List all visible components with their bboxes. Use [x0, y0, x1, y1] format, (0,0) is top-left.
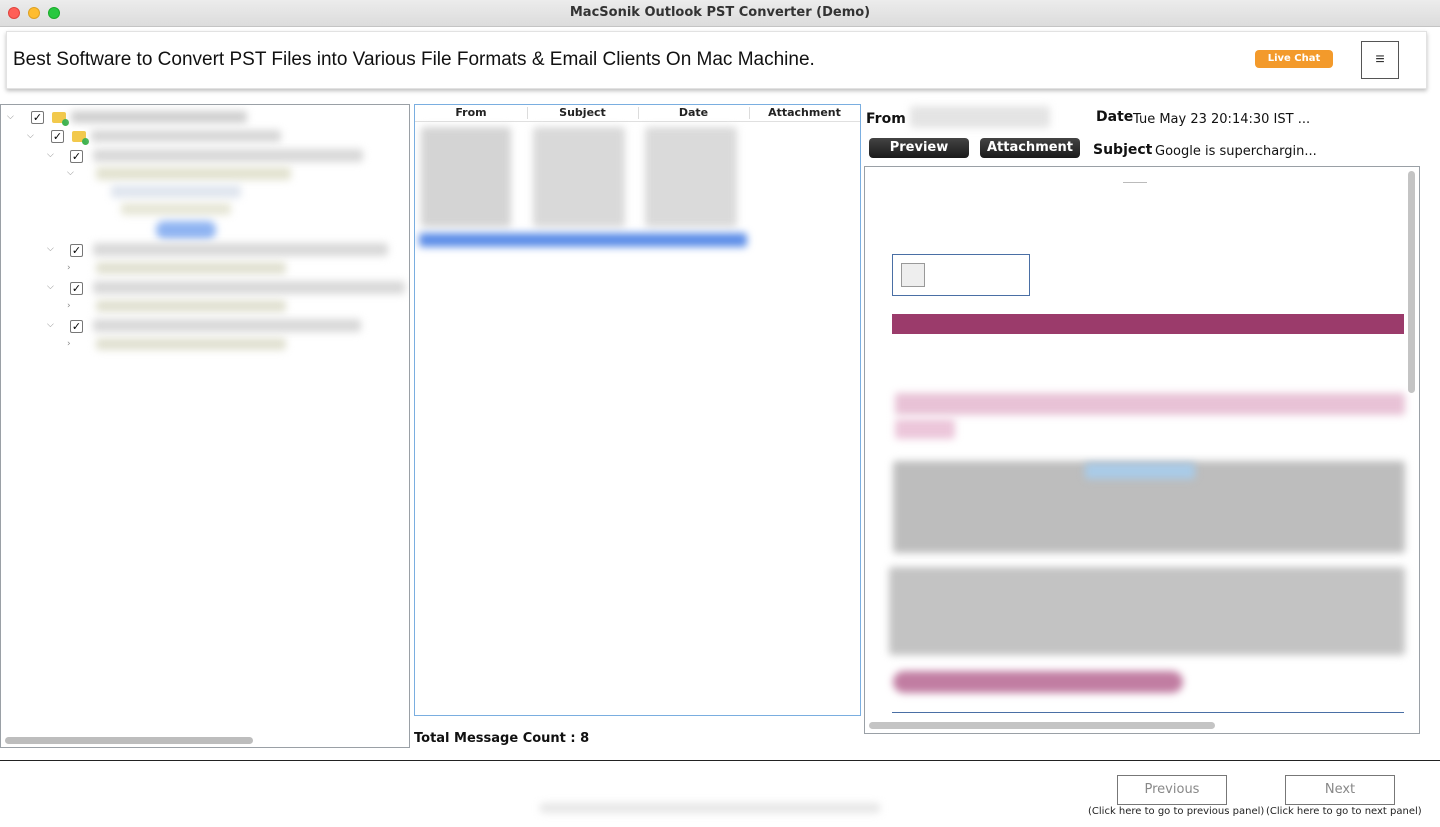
- chevron-down-icon[interactable]: ⌵: [47, 320, 54, 330]
- folder-checkbox[interactable]: ✓: [31, 111, 44, 124]
- folder-tree-panel[interactable]: ⌵ ✓ ⌵ ✓ ⌵ ✓ ⌵ ⌵ ✓ › ⌵ ✓ › ⌵ ✓ ›: [0, 104, 410, 748]
- menu-icon: ≡: [1375, 51, 1385, 68]
- email-preview-panel[interactable]: [864, 166, 1420, 734]
- window-title: MacSonik Outlook PST Converter (Demo): [569, 5, 871, 20]
- tree-item-label[interactable]: [96, 167, 291, 180]
- chevron-down-icon[interactable]: ⌵: [47, 244, 54, 254]
- footer-shadow: [540, 803, 880, 813]
- selected-message-row[interactable]: [419, 233, 747, 247]
- chevron-down-icon[interactable]: ⌵: [27, 131, 34, 141]
- subject-value: Google is superchargin...: [1155, 144, 1317, 159]
- message-rows-from[interactable]: [421, 127, 511, 227]
- tree-item-label[interactable]: [93, 243, 388, 256]
- from-label: From: [866, 111, 906, 127]
- tree-item-label[interactable]: [96, 338, 286, 350]
- tree-item-label[interactable]: [93, 149, 363, 162]
- broken-image-icon: [901, 263, 925, 287]
- chevron-right-icon[interactable]: ›: [67, 301, 71, 311]
- column-header-date[interactable]: Date: [638, 106, 749, 119]
- tree-item-label[interactable]: [96, 262, 286, 274]
- folder-icon: [72, 131, 89, 145]
- horizontal-scrollbar[interactable]: [869, 722, 1215, 729]
- next-hint: (Click here to go to next panel): [1266, 806, 1422, 817]
- previous-hint: (Click here to go to previous panel): [1088, 806, 1265, 817]
- tree-item-label[interactable]: [71, 111, 247, 123]
- folder-checkbox[interactable]: ✓: [70, 282, 83, 295]
- chevron-down-icon[interactable]: ⌵: [47, 282, 54, 292]
- tree-item-label[interactable]: [96, 300, 286, 312]
- vertical-scrollbar[interactable]: [1408, 171, 1415, 393]
- title-bar: MacSonik Outlook PST Converter (Demo): [0, 0, 1440, 27]
- pst-folder-icon: [52, 112, 69, 126]
- email-link[interactable]: [1085, 463, 1195, 479]
- email-cta-button[interactable]: [893, 671, 1183, 693]
- live-chat-button[interactable]: Live Chat: [1255, 50, 1333, 68]
- next-button[interactable]: Next: [1285, 775, 1395, 805]
- hamburger-menu-button[interactable]: ≡: [1361, 41, 1399, 79]
- banner-text: Best Software to Convert PST Files into …: [13, 49, 815, 70]
- chevron-down-icon[interactable]: ⌵: [7, 112, 14, 122]
- date-label: Date: [1096, 109, 1134, 125]
- tree-item-label[interactable]: [93, 319, 361, 332]
- selected-tree-item[interactable]: [156, 221, 216, 239]
- folder-checkbox[interactable]: ✓: [70, 150, 83, 163]
- horizontal-scrollbar[interactable]: [5, 737, 253, 744]
- message-rows-subject[interactable]: [533, 127, 625, 227]
- folder-checkbox[interactable]: ✓: [70, 244, 83, 257]
- chevron-right-icon[interactable]: ›: [67, 339, 71, 349]
- folder-checkbox[interactable]: ✓: [70, 320, 83, 333]
- email-color-banner: [892, 314, 1404, 334]
- total-message-count: Total Message Count : 8: [414, 731, 590, 746]
- chevron-down-icon[interactable]: ⌵: [47, 150, 54, 160]
- preview-tab[interactable]: Preview: [869, 138, 969, 158]
- tree-item-label[interactable]: [111, 185, 241, 198]
- chevron-right-icon[interactable]: ›: [67, 263, 71, 273]
- chevron-down-icon[interactable]: ⌵: [67, 168, 74, 178]
- tree-item-label[interactable]: [91, 130, 281, 142]
- tree-item-label[interactable]: [121, 203, 231, 215]
- message-list-panel[interactable]: From Subject Date Attachment: [414, 104, 861, 716]
- email-headline: [895, 419, 955, 439]
- column-header-subject[interactable]: Subject: [527, 106, 638, 119]
- column-header-from[interactable]: From: [415, 106, 527, 119]
- preview-border-line: [892, 712, 1404, 713]
- footer-navigation: Previous (Click here to go to previous p…: [0, 760, 1440, 827]
- tree-item-label[interactable]: [93, 281, 405, 294]
- date-value: Tue May 23 20:14:30 IST ...: [1133, 112, 1311, 127]
- subject-label: Subject: [1093, 142, 1153, 158]
- email-headline: [895, 393, 1405, 415]
- folder-checkbox[interactable]: ✓: [51, 130, 64, 143]
- email-body-paragraph: [889, 567, 1405, 655]
- header-banner: Best Software to Convert PST Files into …: [6, 31, 1427, 89]
- message-table-header: From Subject Date Attachment: [415, 105, 860, 122]
- message-rows-date[interactable]: [645, 127, 737, 227]
- preview-divider: [1123, 182, 1147, 183]
- column-header-attachment[interactable]: Attachment: [749, 106, 860, 119]
- attachment-tab[interactable]: Attachment: [980, 138, 1080, 158]
- from-value: [910, 106, 1050, 128]
- previous-button[interactable]: Previous: [1117, 775, 1227, 805]
- email-image-placeholder: [892, 254, 1030, 296]
